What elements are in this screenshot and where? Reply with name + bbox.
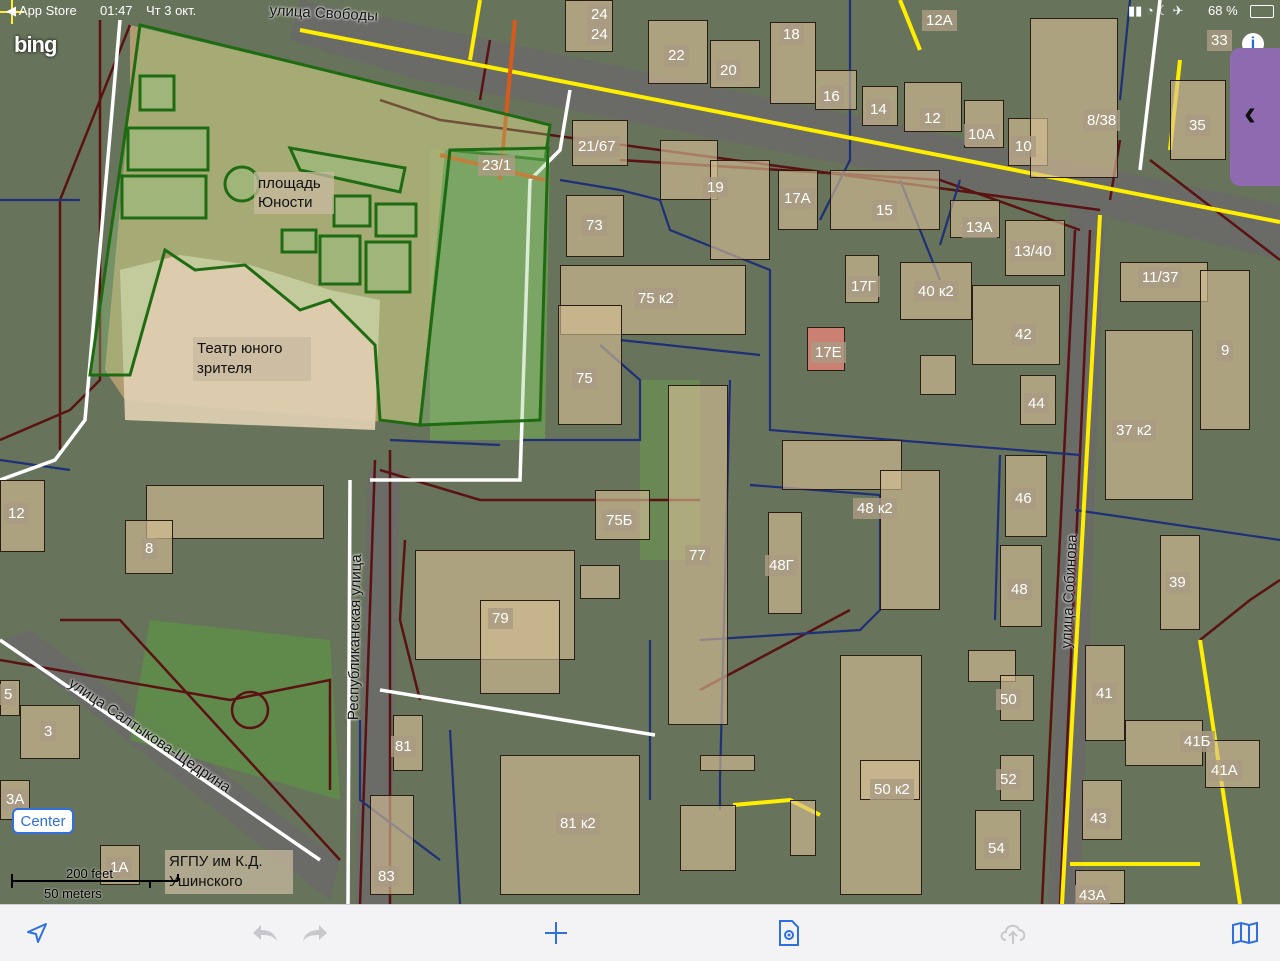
building-label: 3А — [2, 789, 29, 810]
building-label: 10А — [964, 124, 999, 145]
status-bar: ◀ App Store 01:47 Чт 3 окт. ▮▮ ◔ ☾ ✈ 68 … — [0, 0, 1280, 22]
building-label: 48 к2 — [853, 498, 897, 519]
building-label: 17А — [780, 188, 815, 209]
building-label: 37 к2 — [1112, 420, 1156, 441]
undo-icon[interactable] — [248, 917, 282, 949]
building-label: 41 — [1092, 683, 1117, 704]
building-label: 40 к2 — [914, 281, 958, 302]
center-button[interactable]: Center — [12, 808, 74, 834]
building-label: 48 — [1007, 579, 1032, 600]
building-label: 17Г — [847, 276, 880, 297]
building-label: 79 — [488, 608, 513, 629]
building-label: 20 — [716, 60, 741, 81]
building-label: 18 — [779, 24, 804, 45]
building-label: 41Б — [1180, 731, 1215, 752]
building-label: 8/38 — [1083, 110, 1121, 131]
building-label: 81 — [391, 736, 416, 757]
bottom-toolbar — [0, 904, 1280, 961]
back-to-app-link[interactable]: ◀ App Store — [6, 3, 77, 19]
location-arrow-icon[interactable] — [20, 917, 54, 949]
scale-bar: 200 feet 50 meters — [10, 866, 180, 902]
building-label: 22 — [664, 45, 689, 66]
building-label: 12 — [4, 503, 29, 524]
building-label: 11/37 — [1138, 267, 1183, 288]
building-label: 13/40 — [1010, 241, 1056, 262]
building-label: 8 — [141, 538, 158, 559]
document-gear-icon[interactable] — [772, 917, 806, 949]
square-label: площадь Юности — [254, 172, 334, 214]
building-label: 24 — [587, 24, 612, 45]
battery-icon — [1250, 5, 1274, 18]
building-label: 81 к2 — [556, 813, 600, 834]
building-label: 10 — [1011, 136, 1036, 157]
building-label: 12 — [920, 108, 945, 129]
building-label: 43А — [1075, 885, 1110, 904]
building-label: 35 — [1185, 115, 1210, 136]
map-view[interactable]: 24 24 18 12А 33 22 20 16 14 12 10А 10 8/… — [0, 0, 1280, 904]
street-label-respublikanskaya: Республиканская улица — [345, 554, 365, 721]
building-label: 44 — [1024, 393, 1049, 414]
chevron-left-icon: ‹ — [1244, 92, 1256, 133]
building-label: 14 — [866, 99, 891, 120]
building-label: 39 — [1165, 572, 1190, 593]
building-label: 15 — [872, 200, 897, 221]
building-label: 83 — [374, 866, 399, 887]
bing-logo: bing — [14, 32, 57, 57]
building-label: 52 — [996, 769, 1021, 790]
redo-icon[interactable] — [298, 917, 332, 949]
building-label: 48Г — [765, 555, 798, 576]
theatre-label: Театр юного зрителя — [193, 337, 311, 381]
side-panel-handle[interactable]: ‹ — [1230, 48, 1280, 186]
map-book-icon[interactable] — [1228, 917, 1262, 949]
status-time: 01:47 — [100, 3, 133, 18]
scale-meters-label: 50 meters — [44, 886, 102, 901]
cloud-upload-icon[interactable] — [996, 917, 1030, 949]
status-date: Чт 3 окт. — [146, 3, 197, 18]
building-label: 9 — [1217, 340, 1234, 361]
building-label: 41А — [1207, 760, 1242, 781]
building-label: 50 — [996, 689, 1021, 710]
building-label: 42 — [1011, 324, 1036, 345]
building-label: 75 к2 — [634, 288, 678, 309]
building-label: 75 — [572, 368, 597, 389]
university-label: ЯГПУ им К.Д. Ушинского — [165, 850, 293, 894]
building-label: 13А — [962, 217, 997, 238]
building-label: 46 — [1011, 488, 1036, 509]
building-label: 16 — [819, 86, 844, 107]
building-label: 54 — [984, 838, 1009, 859]
plus-icon[interactable] — [539, 917, 573, 949]
building-label: 23/1 — [478, 155, 516, 176]
building-label: 3 — [40, 721, 57, 742]
building-label: 33 — [1207, 30, 1232, 51]
battery-level: 68 % — [1208, 3, 1238, 18]
building-label: 75Б — [602, 510, 637, 531]
building-label: 43 — [1086, 808, 1111, 829]
building-label: 21/67 — [574, 136, 620, 157]
building-label: 77 — [685, 545, 710, 566]
building-label: 17Е — [811, 342, 846, 363]
building-label: 50 к2 — [870, 779, 914, 800]
building-label: 19 — [703, 177, 728, 198]
building-label: 5 — [0, 684, 17, 705]
status-icons: ▮▮ ◔ ☾ ✈ — [1128, 3, 1184, 18]
building-label: 73 — [582, 215, 607, 236]
